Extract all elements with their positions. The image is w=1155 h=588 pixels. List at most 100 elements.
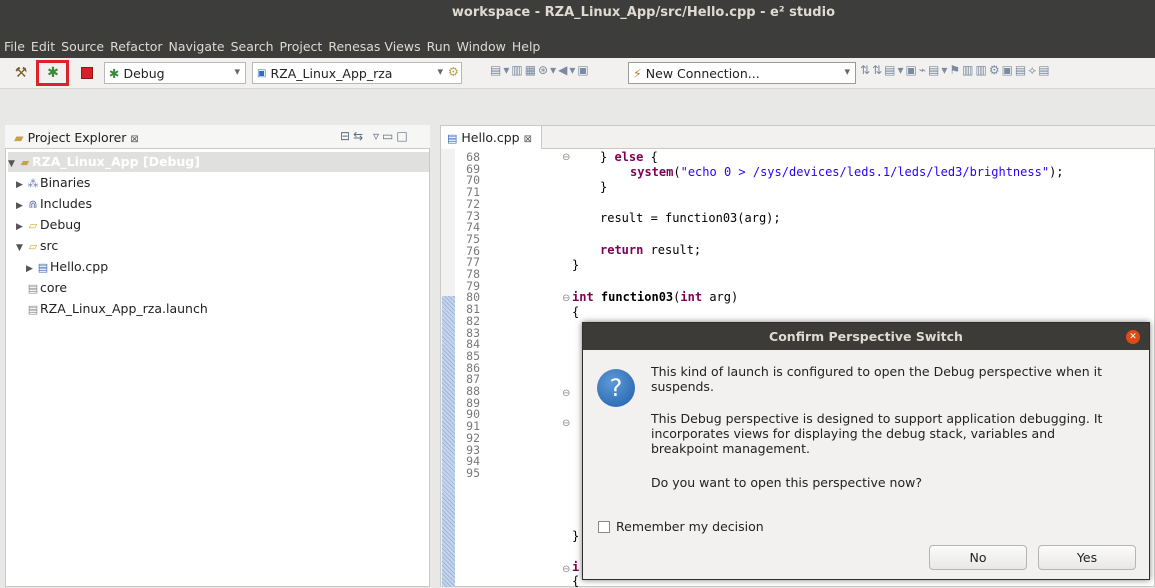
project-explorer-tab[interactable]: ▰ Project Explorer ⊠	[14, 130, 139, 145]
editor-tab-bar	[541, 126, 1155, 149]
includes-icon: ⋒	[28, 198, 38, 211]
code-function: function03	[593, 290, 674, 304]
menu-renesas-views[interactable]: Renesas Views	[328, 39, 420, 55]
code-keyword: system	[630, 165, 674, 179]
dialog-message-1: This kind of launch is configured to ope…	[651, 364, 1102, 394]
remember-decision-label: Remember my decision	[616, 519, 764, 534]
dialog-message-2: This Debug perspective is designed to su…	[651, 411, 1103, 456]
launch-mode-select[interactable]: ✱ Debug ▾	[104, 62, 246, 84]
launch-config-value: RZA_Linux_App_rza	[270, 65, 393, 81]
code-text: }	[600, 150, 615, 164]
minimize-icon[interactable]: ▭	[382, 129, 396, 143]
fold-toggle-icon[interactable]: ⊖	[562, 152, 570, 163]
toolbar-icon-group-2[interactable]: ⇅⇅▤▾▣⌁▤▾⚑▥▥⚙▣▤⟡▤	[860, 63, 1052, 78]
close-icon[interactable]: ✕	[1126, 330, 1140, 344]
view-menu-icon[interactable]: ▿	[373, 129, 382, 143]
connection-value: New Connection...	[645, 65, 760, 81]
gear-icon[interactable]: ⚙	[448, 64, 459, 79]
code-line-70[interactable]: }	[600, 180, 607, 194]
bug-icon: ✱	[109, 65, 120, 81]
tree-item-hello-cpp[interactable]: ▶ ▤ Hello.cpp	[26, 257, 108, 277]
tree-item-label: src	[40, 238, 59, 253]
cpp-file-icon: ▤	[37, 261, 49, 274]
menu-window[interactable]: Window	[457, 39, 506, 55]
code-keyword: int	[680, 290, 703, 304]
collapsed-twistie-icon[interactable]: ▶	[26, 259, 36, 279]
question-icon: ?	[597, 369, 635, 407]
menu-search[interactable]: Search	[231, 39, 274, 55]
code-line-72[interactable]: result = function03(arg);	[600, 211, 781, 225]
code-line-68[interactable]: } else {	[600, 150, 658, 164]
tree-item-label: Debug	[40, 217, 82, 232]
code-line-75[interactable]: }	[572, 258, 579, 272]
close-icon[interactable]: ⊠	[524, 134, 532, 145]
dialog-message-3: Do you want to open this perspective now…	[651, 475, 922, 490]
code-line-77[interactable]: int function03(int arg)	[572, 290, 738, 304]
window-title: workspace - RZA_Linux_App/src/Hello.cpp …	[451, 5, 835, 20]
menu-edit[interactable]: Edit	[31, 39, 55, 55]
stop-icon	[81, 67, 93, 79]
tree-item-launch-file[interactable]: ▤ RZA_Linux_App_rza.launch	[26, 299, 208, 319]
collapsed-twistie-icon[interactable]: ▶	[16, 217, 26, 237]
tree-item-core[interactable]: ▤ core	[26, 278, 67, 298]
tree-item-label: RZA_Linux_App [Debug]	[32, 154, 200, 169]
editor-tab-label[interactable]: ▤ Hello.cpp ⊠	[447, 130, 532, 145]
expanded-twistie-icon[interactable]: ▼	[16, 238, 26, 258]
terminate-button[interactable]	[76, 62, 98, 84]
link-editor-icon[interactable]: ⇆	[353, 129, 366, 143]
code-line-92[interactable]: }	[572, 529, 579, 543]
code-text: );	[1049, 165, 1064, 179]
fold-toggle-icon[interactable]: ⊖	[562, 418, 570, 429]
tree-item-label: RZA_Linux_App_rza.launch	[40, 301, 208, 316]
expanded-twistie-icon[interactable]: ▼	[8, 154, 18, 174]
checkbox-box[interactable]	[598, 520, 610, 533]
code-line-95[interactable]: {	[572, 574, 579, 588]
close-icon[interactable]: ⊠	[130, 134, 138, 145]
remember-decision-checkbox[interactable]: Remember my decision	[598, 519, 764, 534]
chevron-down-icon: ▾	[437, 65, 443, 78]
folder-icon: ▰	[14, 130, 24, 145]
editor-tab-title: Hello.cpp	[461, 130, 520, 145]
tree-item-label: core	[40, 280, 68, 295]
fold-toggle-icon[interactable]: ⊖	[562, 293, 570, 304]
tree-item-includes[interactable]: ▶ ⋒ Includes	[16, 194, 92, 214]
menu-refactor[interactable]: Refactor	[110, 39, 162, 55]
code-line-94[interactable]: i	[572, 560, 579, 574]
menu-file[interactable]: File	[4, 39, 25, 55]
ruler-range-indicator	[442, 296, 455, 587]
no-button[interactable]: No	[929, 545, 1027, 570]
tree-item-src[interactable]: ▼ ▱ src	[16, 236, 58, 256]
fold-toggle-icon[interactable]: ⊖	[562, 564, 570, 575]
collapsed-twistie-icon[interactable]: ▶	[16, 175, 26, 195]
menu-help[interactable]: Help	[512, 39, 541, 55]
project-icon: ▰	[20, 156, 30, 169]
yes-button[interactable]: Yes	[1038, 545, 1136, 570]
launch-config-select[interactable]: ▣ RZA_Linux_App_rza ▾ ⚙	[252, 62, 462, 84]
toolbar-icon-group-1[interactable]: ▤▾▥▦⊛▾◀▾▣	[490, 63, 591, 77]
code-text: (	[673, 165, 681, 179]
build-button[interactable]: ⚒	[10, 62, 32, 84]
launch-mode-value: Debug	[123, 65, 165, 81]
fold-toggle-icon[interactable]: ⊖	[562, 388, 570, 399]
menu-run[interactable]: Run	[427, 39, 451, 55]
tree-item-debug[interactable]: ▶ ▱ Debug	[16, 215, 81, 235]
menu-navigate[interactable]: Navigate	[169, 39, 225, 55]
connection-select[interactable]: ⚡ New Connection... ▾	[628, 62, 856, 84]
tree-item-label: Hello.cpp	[50, 259, 109, 274]
collapsed-twistie-icon[interactable]: ▶	[16, 196, 26, 216]
code-line-69[interactable]: system("echo 0 > /sys/devices/leds.1/led…	[630, 165, 1064, 179]
code-line-78[interactable]: {	[572, 305, 579, 319]
collapse-all-icon[interactable]: ⊟	[340, 129, 353, 143]
cpp-file-icon: ▤	[447, 132, 458, 145]
maximize-icon[interactable]: □	[396, 129, 410, 143]
explorer-view-actions[interactable]: ⊟⇆ ▿▭□	[340, 129, 411, 143]
tree-item-project[interactable]: ▼ ▰ RZA_Linux_App [Debug]	[8, 152, 429, 172]
code-text: arg)	[702, 290, 739, 304]
code-line-74[interactable]: return result;	[600, 243, 701, 257]
hammer-icon: ⚒	[14, 65, 28, 81]
binaries-icon: ⁂	[27, 177, 39, 190]
menu-source[interactable]: Source	[61, 39, 104, 55]
line-numbers: 68 69 70 71 72 73 74 75 76 77 78 79 80 8…	[458, 151, 480, 480]
menu-project[interactable]: Project	[280, 39, 323, 55]
tree-item-binaries[interactable]: ▶ ⁂ Binaries	[16, 173, 90, 193]
